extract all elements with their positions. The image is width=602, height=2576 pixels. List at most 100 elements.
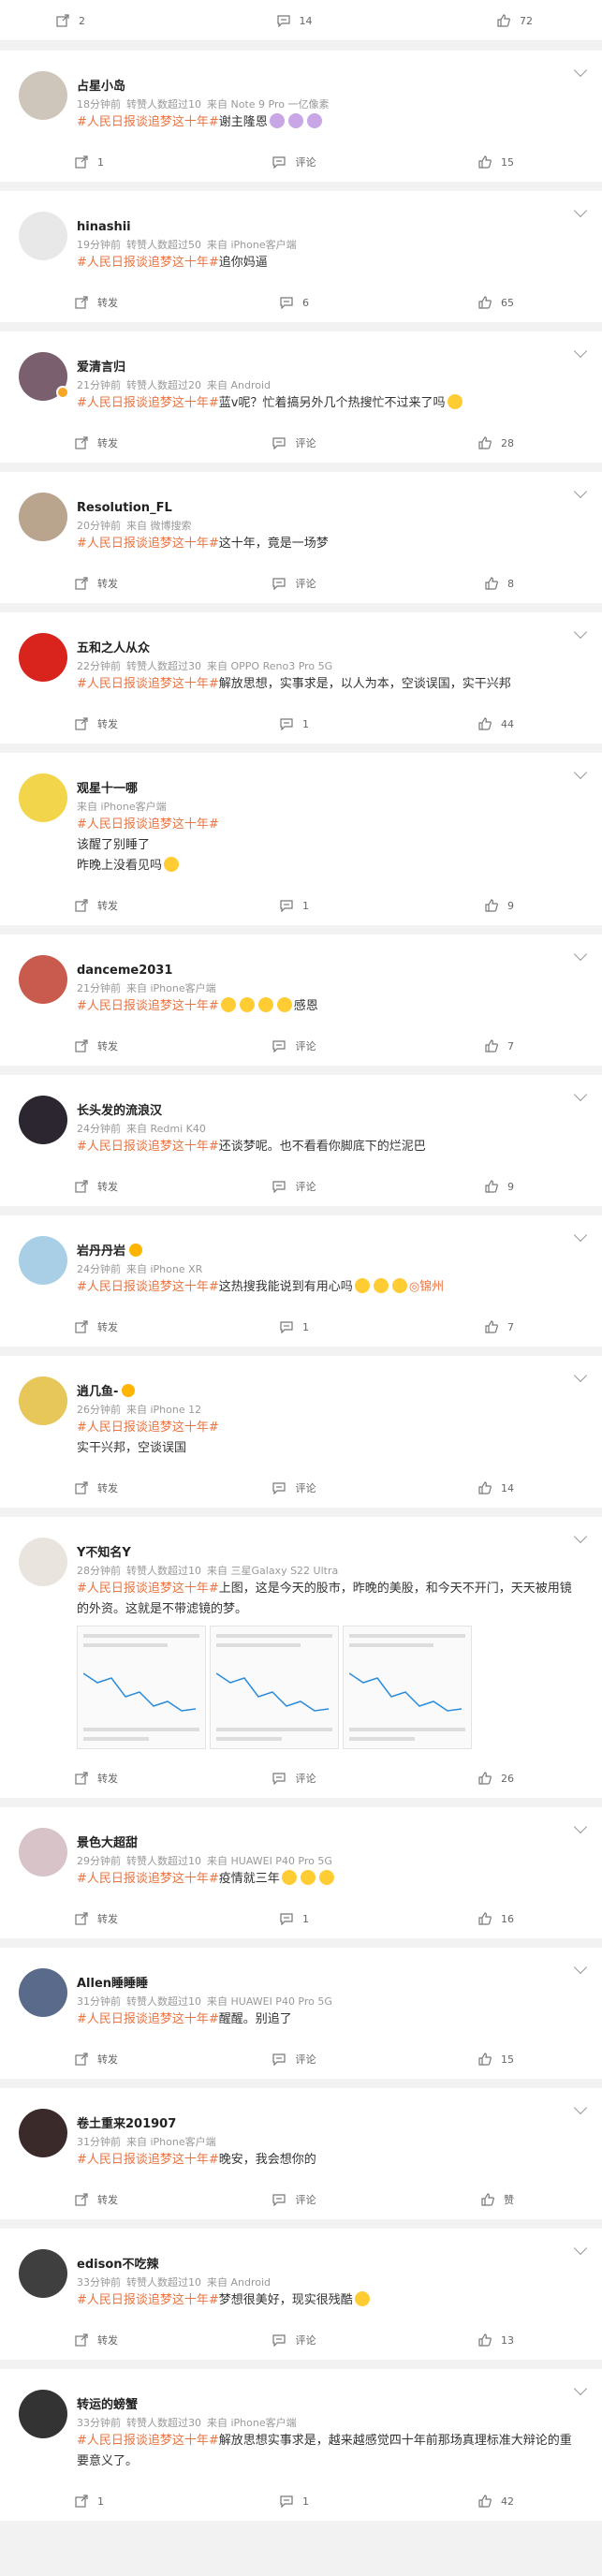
avatar[interactable] <box>19 352 69 401</box>
comment-button[interactable]: 评论 <box>221 1771 367 1786</box>
like-button[interactable]: 16 <box>368 1912 583 1925</box>
repost-button[interactable]: 转发 <box>19 435 221 450</box>
avatar[interactable] <box>19 71 67 120</box>
hashtag-link[interactable]: #人民日报谈追梦这十年# <box>77 115 219 129</box>
like-button[interactable]: 13 <box>368 2333 583 2347</box>
avatar[interactable] <box>19 955 67 1004</box>
username[interactable]: edison不吃辣 <box>77 2257 583 2274</box>
location-link[interactable]: ◎锦州 <box>409 1280 444 1294</box>
hashtag-link[interactable]: #人民日报谈追梦这十年# <box>77 999 219 1013</box>
username[interactable]: 逍几鱼- <box>77 1384 583 1401</box>
username[interactable]: Allen睡睡睡 <box>77 1976 583 1993</box>
stock-screenshot-image[interactable] <box>343 1626 472 1749</box>
hashtag-link[interactable]: #人民日报谈追梦这十年# <box>77 2012 219 2026</box>
like-button[interactable]: 7 <box>368 1039 583 1052</box>
avatar[interactable] <box>19 493 67 541</box>
like-button[interactable]: 15 <box>368 155 583 169</box>
like-button[interactable]: 8 <box>368 577 583 590</box>
comment-button[interactable]: 1 <box>221 1912 367 1925</box>
like-button[interactable]: 72 <box>374 14 602 27</box>
comment-button[interactable]: 1 <box>221 2495 367 2508</box>
hashtag-link[interactable]: #人民日报谈追梦这十年# <box>77 256 219 270</box>
hashtag-link[interactable]: #人民日报谈追梦这十年# <box>77 2434 219 2448</box>
comment-button[interactable]: 评论 <box>221 435 367 450</box>
comment-button[interactable]: 评论 <box>221 1038 367 1053</box>
hashtag-link[interactable]: #人民日报谈追梦这十年# <box>77 1582 219 1596</box>
avatar[interactable] <box>19 773 67 822</box>
like-button[interactable]: 14 <box>368 1481 583 1494</box>
repost-button[interactable]: 转发 <box>19 295 221 310</box>
avatar[interactable] <box>19 1968 67 2017</box>
username[interactable]: danceme2031 <box>77 963 583 979</box>
comment-button[interactable]: 1 <box>221 899 367 912</box>
like-button[interactable]: 7 <box>368 1320 583 1333</box>
username[interactable]: 转运的螃蟹 <box>77 2397 583 2414</box>
repost-button[interactable]: 转发 <box>19 2052 221 2067</box>
username[interactable]: hinashii <box>77 219 583 236</box>
repost-button[interactable]: 转发 <box>19 2333 221 2348</box>
comment-button[interactable]: 评论 <box>221 2333 367 2348</box>
avatar[interactable] <box>19 1828 67 1877</box>
repost-button[interactable]: 1 <box>19 2495 221 2508</box>
repost-button[interactable]: 转发 <box>19 2192 221 2207</box>
username[interactable]: 长头发的流浪汉 <box>77 1103 583 1120</box>
comment-button[interactable]: 评论 <box>221 2192 367 2207</box>
like-button[interactable]: 9 <box>368 1180 583 1193</box>
comment-button[interactable]: 14 <box>215 14 374 27</box>
username[interactable]: 占星小岛 <box>77 79 583 96</box>
hashtag-link[interactable]: #人民日报谈追梦这十年# <box>77 2293 219 2307</box>
like-button[interactable]: 赞 <box>368 2192 583 2207</box>
avatar[interactable] <box>19 2249 67 2298</box>
avatar[interactable] <box>19 1096 67 1144</box>
comment-button[interactable]: 评论 <box>221 155 367 169</box>
hashtag-link[interactable]: #人民日报谈追梦这十年# <box>77 396 219 410</box>
username[interactable]: 观星十一哪 <box>77 781 583 798</box>
like-button[interactable]: 42 <box>368 2495 583 2508</box>
avatar[interactable] <box>19 1538 67 1586</box>
comment-button[interactable]: 评论 <box>221 1179 367 1194</box>
hashtag-link[interactable]: #人民日报谈追梦这十年# <box>77 817 219 832</box>
username[interactable]: 景色大超甜 <box>77 1835 583 1852</box>
username[interactable]: Resolution_FL <box>77 500 583 517</box>
comment-button[interactable]: 评论 <box>221 576 367 591</box>
hashtag-link[interactable]: #人民日报谈追梦这十年# <box>77 677 219 691</box>
comment-button[interactable]: 1 <box>221 717 367 730</box>
repost-button[interactable]: 1 <box>19 155 221 169</box>
username[interactable]: Y不知名Y <box>77 1545 583 1562</box>
repost-button[interactable]: 转发 <box>19 716 221 731</box>
comment-button[interactable]: 1 <box>221 1320 367 1333</box>
repost-button[interactable]: 转发 <box>19 1911 221 1926</box>
stock-screenshot-image[interactable] <box>77 1626 206 1749</box>
repost-button[interactable]: 转发 <box>19 576 221 591</box>
repost-button[interactable]: 转发 <box>19 1179 221 1194</box>
avatar[interactable] <box>19 2390 67 2438</box>
repost-button[interactable]: 2 <box>0 14 215 27</box>
like-button[interactable]: 44 <box>368 717 583 730</box>
like-button[interactable]: 28 <box>368 436 583 449</box>
avatar[interactable] <box>19 2109 67 2157</box>
avatar[interactable] <box>19 212 67 260</box>
username[interactable]: 五和之人从众 <box>77 640 583 657</box>
hashtag-link[interactable]: #人民日报谈追梦这十年# <box>77 537 219 551</box>
comment-button[interactable]: 评论 <box>221 2052 367 2067</box>
repost-button[interactable]: 转发 <box>19 1319 221 1334</box>
avatar[interactable] <box>19 1376 67 1425</box>
username[interactable]: 卷土重来201907 <box>77 2116 583 2133</box>
repost-button[interactable]: 转发 <box>19 1771 221 1786</box>
repost-button[interactable]: 转发 <box>19 1038 221 1053</box>
avatar[interactable] <box>19 633 67 682</box>
username[interactable]: 岩丹丹岩 <box>77 1244 583 1260</box>
hashtag-link[interactable]: #人民日报谈追梦这十年# <box>77 1420 219 1435</box>
comment-button[interactable]: 评论 <box>221 1480 367 1495</box>
like-button[interactable]: 26 <box>368 1772 583 1785</box>
hashtag-link[interactable]: #人民日报谈追梦这十年# <box>77 1140 219 1154</box>
stock-screenshot-image[interactable] <box>210 1626 339 1749</box>
hashtag-link[interactable]: #人民日报谈追梦这十年# <box>77 1280 219 1294</box>
like-button[interactable]: 65 <box>368 296 583 309</box>
username[interactable]: 爱清言归 <box>77 360 583 376</box>
hashtag-link[interactable]: #人民日报谈追梦这十年# <box>77 2153 219 2167</box>
like-button[interactable]: 9 <box>368 899 583 912</box>
avatar[interactable] <box>19 1236 67 1285</box>
repost-button[interactable]: 转发 <box>19 1480 221 1495</box>
comment-button[interactable]: 6 <box>221 296 367 309</box>
